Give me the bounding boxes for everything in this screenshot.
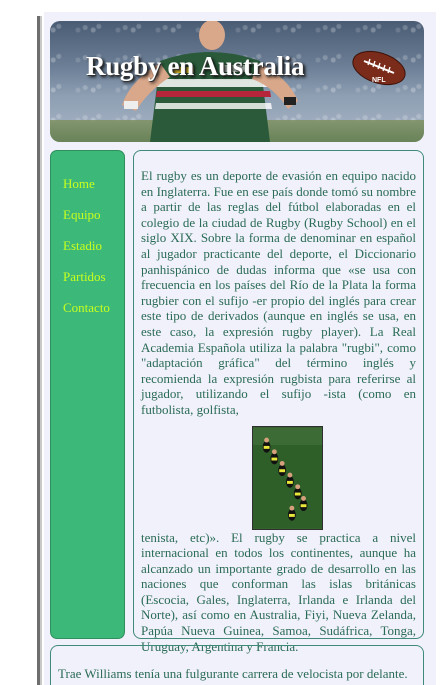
nav-item-equipo[interactable]: Equipo	[63, 207, 101, 223]
main-content: El rugby es un deporte de evasión en equ…	[133, 150, 424, 654]
nav-item-estadio[interactable]: Estadio	[63, 238, 102, 254]
header-banner: Rugby en Australia NFL	[50, 21, 424, 142]
news-box: Trae Williams tenía una fulgurante carre…	[50, 645, 424, 685]
rugby-team-photo	[252, 425, 323, 530]
nav-item-home[interactable]: Home	[63, 176, 95, 192]
banner-title: Rugby en Australia	[86, 51, 305, 81]
page-container: Rugby en Australia NFL Home Equipo Estad…	[44, 12, 436, 685]
news-text: Trae Williams tenía una fulgurante carre…	[58, 666, 408, 685]
nav-item-partidos[interactable]: Partidos	[63, 269, 106, 285]
ball-logo-text: NFL	[372, 77, 386, 84]
football-icon: NFL	[352, 50, 406, 86]
page-left-rule-shadow	[40, 16, 42, 685]
article-paragraph-intro: El rugby es un deporte de evasión en equ…	[141, 168, 416, 417]
nav-item-contacto[interactable]: Contacto	[63, 300, 110, 316]
main-navigation: Home Equipo Estadio Partidos Contacto	[50, 150, 125, 639]
article-text: El rugby es un deporte de evasión en equ…	[141, 168, 416, 654]
article-paragraph-international: tenista, etc)». El rugby se practica a n…	[141, 529, 416, 654]
